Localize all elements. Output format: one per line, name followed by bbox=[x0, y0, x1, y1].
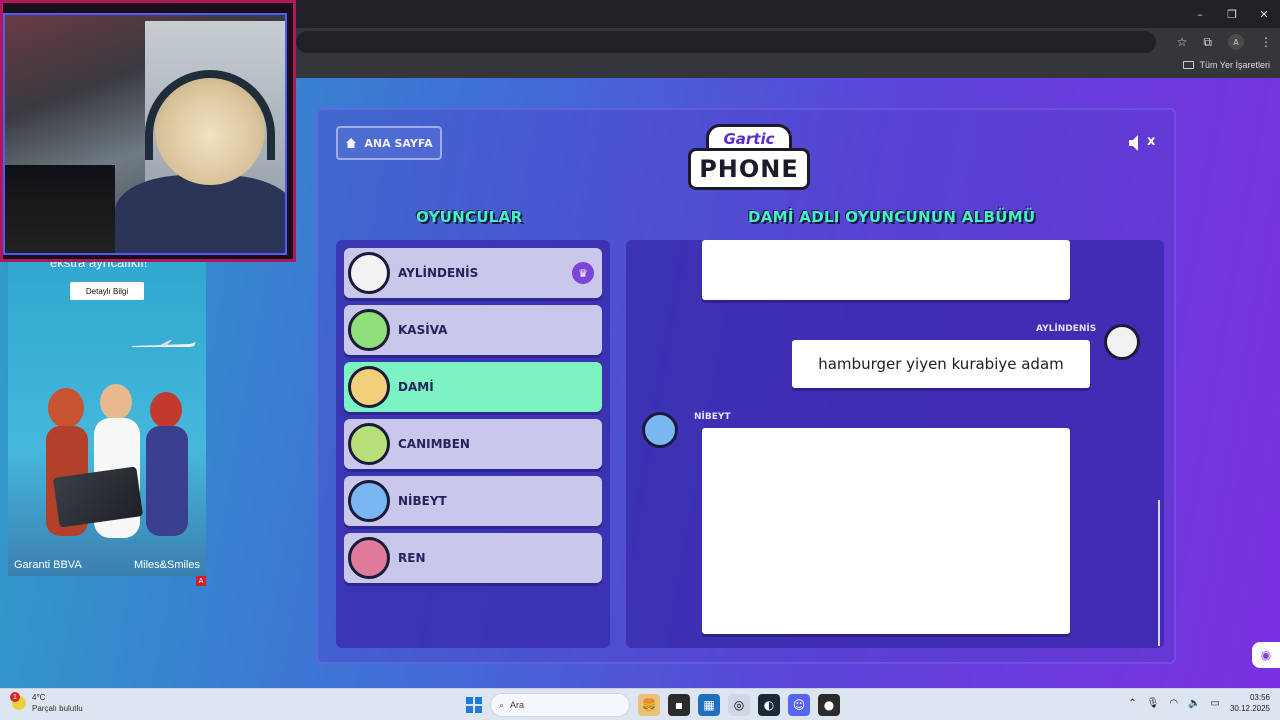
weather-icon: 1 bbox=[10, 692, 26, 710]
battery-icon[interactable]: ▭ bbox=[1211, 698, 1220, 709]
player-name: CANIMBEN bbox=[398, 437, 470, 451]
bookmark-star-icon[interactable]: ☆ bbox=[1177, 35, 1188, 49]
mute-button[interactable]: x bbox=[1128, 132, 1156, 154]
players-title: OYUNCULAR bbox=[416, 208, 523, 226]
player-item[interactable]: REN bbox=[344, 533, 602, 583]
widget-food-icon[interactable]: 🍔 bbox=[638, 694, 660, 716]
weather-desc: Parçalı bulutlu bbox=[32, 704, 83, 713]
obs-icon[interactable]: ● bbox=[818, 694, 840, 716]
player-name: AYLİNDENİS bbox=[398, 266, 479, 280]
clock[interactable]: 03:56 30.12.2025 bbox=[1230, 692, 1270, 714]
ad-people-illustration bbox=[46, 384, 188, 538]
game-container: ANA SAYFA Gartic PHONE x OYUNCULAR DAMİ … bbox=[316, 108, 1176, 664]
player-avatar bbox=[348, 480, 390, 522]
steam-icon[interactable]: ◐ bbox=[758, 694, 780, 716]
player-avatar bbox=[348, 423, 390, 465]
wifi-icon[interactable]: ◠ bbox=[1169, 698, 1178, 709]
taskbar: 1 4°C Parçalı bulutlu ⌕ Ara 🍔 ▪ ▦ ◎ ◐ ☺ … bbox=[0, 688, 1280, 720]
home-button[interactable]: ANA SAYFA bbox=[336, 126, 442, 160]
side-extension-icon[interactable]: ◉ bbox=[1252, 642, 1280, 668]
player-name: REN bbox=[398, 551, 426, 565]
album-panel[interactable]: AYLİNDENİS hamburger yiyen kurabiye adam… bbox=[626, 240, 1164, 648]
message-text: hamburger yiyen kurabiye adam bbox=[818, 355, 1064, 373]
ad-marker[interactable]: A bbox=[196, 576, 206, 586]
minimize-button[interactable]: – bbox=[1184, 0, 1216, 28]
player-name: DAMİ bbox=[398, 380, 434, 394]
folder-icon bbox=[1183, 61, 1195, 69]
message-author: AYLİNDENİS bbox=[1036, 324, 1097, 334]
player-item[interactable]: CANIMBEN bbox=[344, 419, 602, 469]
drawing-card bbox=[702, 428, 1070, 634]
player-item[interactable]: NİBEYT bbox=[344, 476, 602, 526]
store-icon[interactable]: ▦ bbox=[698, 694, 720, 716]
search-placeholder: Ara bbox=[510, 700, 525, 710]
profile-avatar[interactable]: A bbox=[1228, 34, 1244, 50]
player-item[interactable]: KASİVA bbox=[344, 305, 602, 355]
drawing-card-previous bbox=[702, 240, 1070, 300]
window-controls: – ❐ ✕ bbox=[1184, 0, 1280, 28]
ad-footer: Garanti BBVA Miles&Smiles bbox=[8, 554, 206, 576]
restore-button[interactable]: ❐ bbox=[1216, 0, 1248, 28]
album-title: DAMİ ADLI OYUNCUNUN ALBÜMÜ bbox=[748, 208, 1036, 226]
player-avatar bbox=[348, 309, 390, 351]
player-avatar bbox=[348, 252, 390, 294]
system-tray: ⌃ 🎙 ◠ 🔈 ▭ 03:56 30.12.2025 bbox=[1128, 692, 1270, 714]
volume-icon[interactable]: 🔈 bbox=[1188, 698, 1200, 709]
webcam-overlay bbox=[0, 0, 296, 262]
speaker-icon bbox=[1129, 135, 1138, 151]
microphone-icon[interactable]: 🎙 bbox=[1147, 698, 1160, 709]
clock-date: 30.12.2025 bbox=[1229, 704, 1270, 713]
text-message-card: hamburger yiyen kurabiye adam bbox=[792, 340, 1090, 388]
player-item-active[interactable]: DAMİ bbox=[344, 362, 602, 412]
ad-brand-left: Garanti BBVA bbox=[14, 559, 82, 571]
webcam-keyboard bbox=[5, 165, 115, 253]
message-author: NİBEYT bbox=[694, 412, 731, 422]
extensions-icon[interactable]: ⧉ bbox=[1203, 35, 1212, 50]
player-name: NİBEYT bbox=[398, 494, 447, 508]
taskbar-search[interactable]: ⌕ Ara bbox=[490, 693, 630, 717]
player-avatar bbox=[348, 366, 390, 408]
weather-temp: 4°C bbox=[32, 693, 46, 702]
crown-icon: ♛ bbox=[572, 262, 594, 284]
notification-badge: 1 bbox=[10, 692, 20, 702]
toolbar-icons: ☆ ⧉ A ⋮ bbox=[1177, 28, 1272, 56]
player-avatar bbox=[348, 537, 390, 579]
logo-main-text: PHONE bbox=[688, 148, 810, 190]
webcam-feed bbox=[3, 13, 287, 255]
all-bookmarks-label: Tüm Yer İşaretleri bbox=[1199, 60, 1270, 70]
album-scrollbar[interactable] bbox=[1158, 500, 1160, 646]
all-bookmarks-link[interactable]: Tüm Yer İşaretleri bbox=[1183, 60, 1270, 70]
menu-kebab-icon[interactable]: ⋮ bbox=[1260, 35, 1272, 49]
author-avatar bbox=[642, 412, 678, 448]
address-field[interactable] bbox=[296, 31, 1156, 53]
airplane-icon bbox=[132, 340, 196, 347]
file-manager-icon[interactable]: ▪ bbox=[668, 694, 690, 716]
home-button-label: ANA SAYFA bbox=[364, 136, 433, 150]
close-button[interactable]: ✕ bbox=[1248, 0, 1280, 28]
taskbar-apps: ⌕ Ara 🍔 ▪ ▦ ◎ ◐ ☺ ● bbox=[466, 692, 840, 718]
discord-icon[interactable]: ☺ bbox=[788, 694, 810, 716]
chrome-icon[interactable]: ◎ bbox=[728, 694, 750, 716]
player-name: KASİVA bbox=[398, 323, 448, 337]
home-icon bbox=[346, 138, 357, 148]
mute-x-icon: x bbox=[1147, 134, 1156, 149]
player-item[interactable]: AYLİNDENİS ♛ bbox=[344, 248, 602, 298]
players-list: AYLİNDENİS ♛ KASİVA DAMİ CANIMBEN NİBEYT bbox=[336, 240, 610, 648]
author-avatar bbox=[1104, 324, 1140, 360]
chevron-up-icon[interactable]: ⌃ bbox=[1128, 698, 1136, 709]
advertisement[interactable]: Detaylı Bilgi Garanti BBVA Miles&Smiles bbox=[8, 258, 206, 576]
search-icon: ⌕ bbox=[499, 699, 505, 710]
weather-widget[interactable]: 1 4°C Parçalı bulutlu bbox=[10, 692, 83, 714]
gartic-phone-logo: Gartic PHONE bbox=[688, 124, 810, 198]
webcam-person-body bbox=[115, 175, 285, 253]
windows-start-icon[interactable] bbox=[466, 697, 482, 713]
clock-time: 03:56 bbox=[1249, 693, 1270, 702]
ad-brand-right: Miles&Smiles bbox=[133, 559, 200, 571]
ad-details-button[interactable]: Detaylı Bilgi bbox=[70, 282, 144, 300]
